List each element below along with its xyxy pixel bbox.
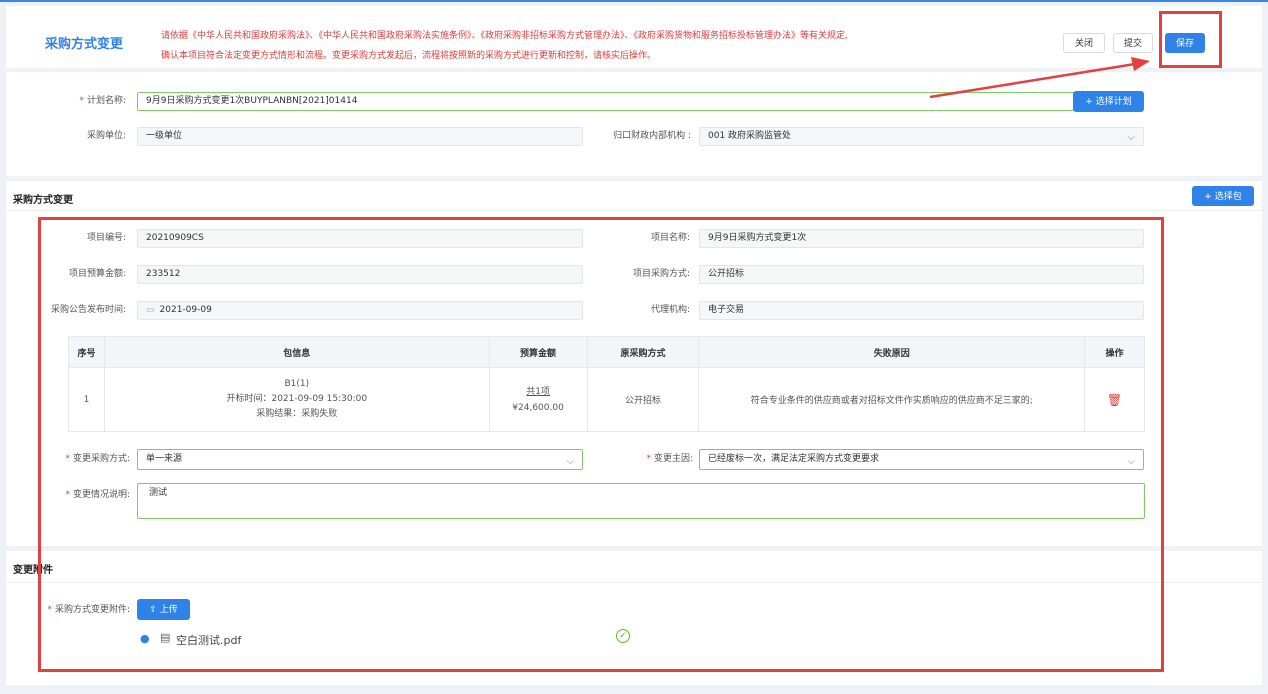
annotation-arrow xyxy=(929,57,1150,99)
